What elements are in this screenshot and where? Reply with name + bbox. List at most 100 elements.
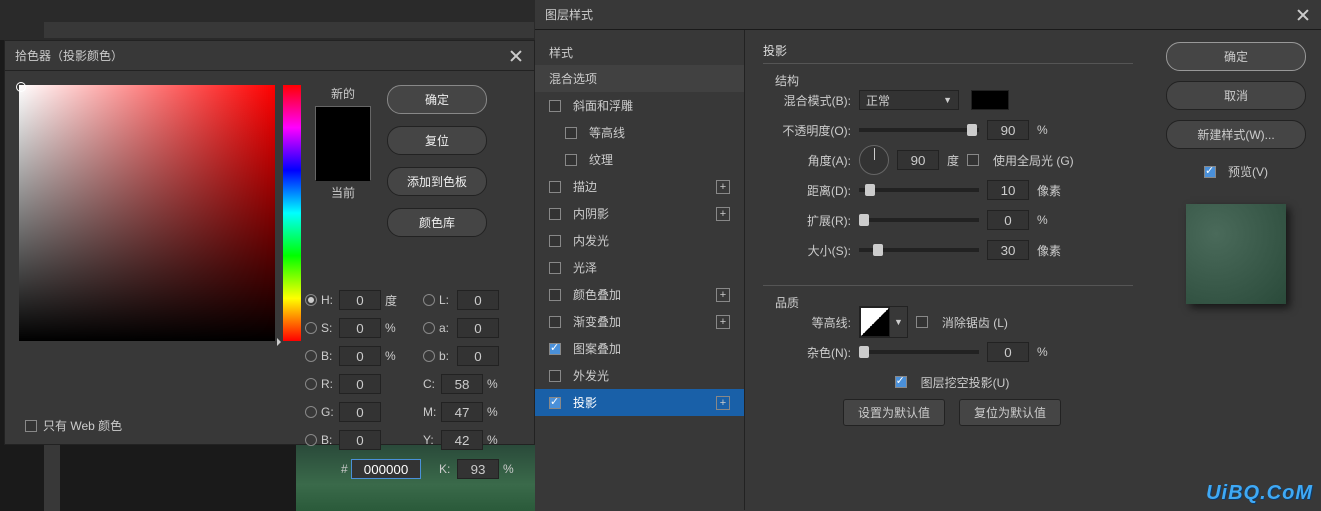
add-swatch-button[interactable]: 添加到色板: [387, 167, 487, 196]
style-outer-glow[interactable]: 外发光: [535, 362, 744, 389]
plus-icon[interactable]: +: [716, 288, 730, 302]
reset-button[interactable]: 复位: [387, 126, 487, 155]
layer-style-dialog: 图层样式 样式 混合选项 斜面和浮雕 等高线 纹理 描边+ 内阴影+ 内发光 光…: [535, 0, 1321, 511]
style-pattern-overlay[interactable]: 图案叠加: [535, 335, 744, 362]
contour-icon: [860, 307, 890, 337]
hex-prefix: #: [341, 462, 348, 476]
m-input[interactable]: [441, 402, 483, 422]
color-picker-titlebar[interactable]: 拾色器（投影颜色）: [5, 41, 534, 71]
angle-label: 角度(A):: [771, 152, 851, 169]
plus-icon[interactable]: +: [716, 315, 730, 329]
h-input[interactable]: [339, 290, 381, 310]
ok-button[interactable]: 确定: [387, 85, 487, 114]
hex-input[interactable]: [351, 459, 421, 479]
rgb-b-radio[interactable]: [305, 434, 317, 446]
anti-alias-checkbox[interactable]: [916, 316, 928, 328]
style-contour[interactable]: 等高线: [535, 119, 744, 146]
style-inner-shadow[interactable]: 内阴影+: [535, 200, 744, 227]
r-input[interactable]: [339, 374, 381, 394]
opacity-slider[interactable]: [859, 128, 979, 132]
g-radio[interactable]: [305, 406, 317, 418]
bevel-checkbox[interactable]: [549, 100, 561, 112]
pattern-overlay-checkbox[interactable]: [549, 343, 561, 355]
r-radio[interactable]: [305, 378, 317, 390]
distance-slider[interactable]: [859, 188, 979, 192]
texture-checkbox[interactable]: [565, 154, 577, 166]
lab-b-radio[interactable]: [423, 350, 435, 362]
knockout-checkbox[interactable]: [895, 376, 907, 388]
satin-checkbox[interactable]: [549, 262, 561, 274]
close-icon[interactable]: [1295, 7, 1311, 23]
reset-default-button[interactable]: 复位为默认值: [959, 399, 1061, 426]
c-input[interactable]: [441, 374, 483, 394]
style-gradient-overlay[interactable]: 渐变叠加+: [535, 308, 744, 335]
style-inner-glow[interactable]: 内发光: [535, 227, 744, 254]
style-stroke[interactable]: 描边+: [535, 173, 744, 200]
style-color-overlay[interactable]: 颜色叠加+: [535, 281, 744, 308]
spread-slider[interactable]: [859, 218, 979, 222]
angle-dial[interactable]: [859, 145, 889, 175]
preview-checkbox[interactable]: [1204, 166, 1216, 178]
l-radio[interactable]: [423, 294, 435, 306]
noise-slider[interactable]: [859, 350, 979, 354]
watermark-text: UiBQ.CoM: [1206, 482, 1313, 505]
s-radio[interactable]: [305, 322, 317, 334]
close-icon[interactable]: [508, 48, 524, 64]
outer-glow-checkbox[interactable]: [549, 370, 561, 382]
ok-button[interactable]: 确定: [1166, 42, 1306, 71]
cancel-button[interactable]: 取消: [1166, 81, 1306, 110]
rgb-b-input[interactable]: [339, 430, 381, 450]
a-input[interactable]: [457, 318, 499, 338]
web-only-checkbox[interactable]: [25, 420, 37, 432]
size-slider[interactable]: [859, 248, 979, 252]
color-field-cursor[interactable]: [16, 82, 26, 92]
size-input[interactable]: [987, 240, 1029, 260]
hue-slider[interactable]: [283, 85, 301, 341]
contour-picker[interactable]: ▼: [859, 306, 908, 338]
distance-input[interactable]: [987, 180, 1029, 200]
layer-style-titlebar[interactable]: 图层样式: [535, 0, 1321, 30]
blend-mode-select[interactable]: 正常▼: [859, 90, 959, 110]
h-radio[interactable]: [305, 294, 317, 306]
inner-glow-checkbox[interactable]: [549, 235, 561, 247]
contour-checkbox[interactable]: [565, 127, 577, 139]
lab-b-input[interactable]: [457, 346, 499, 366]
inner-shadow-checkbox[interactable]: [549, 208, 561, 220]
preview-thumbnail: [1186, 204, 1286, 304]
gradient-overlay-checkbox[interactable]: [549, 316, 561, 328]
style-satin[interactable]: 光泽: [535, 254, 744, 281]
a-radio[interactable]: [423, 322, 435, 334]
color-overlay-checkbox[interactable]: [549, 289, 561, 301]
make-default-button[interactable]: 设置为默认值: [843, 399, 945, 426]
s-input[interactable]: [339, 318, 381, 338]
style-bevel-emboss[interactable]: 斜面和浮雕: [535, 92, 744, 119]
style-blending-options[interactable]: 混合选项: [535, 65, 744, 92]
b-radio[interactable]: [305, 350, 317, 362]
k-input[interactable]: [457, 459, 499, 479]
plus-icon[interactable]: +: [716, 180, 730, 194]
g-input[interactable]: [339, 402, 381, 422]
shadow-color-swatch[interactable]: [971, 90, 1009, 110]
l-input[interactable]: [457, 290, 499, 310]
plus-icon[interactable]: +: [716, 396, 730, 410]
layer-style-title: 图层样式: [545, 6, 593, 23]
spread-label: 扩展(R):: [771, 212, 851, 229]
drop-shadow-checkbox[interactable]: [549, 397, 561, 409]
panel-title: 投影: [763, 42, 1133, 59]
color-field[interactable]: [19, 85, 275, 341]
y-input[interactable]: [441, 430, 483, 450]
opacity-input[interactable]: [987, 120, 1029, 140]
stroke-checkbox[interactable]: [549, 181, 561, 193]
hsb-b-input[interactable]: [339, 346, 381, 366]
style-drop-shadow[interactable]: 投影+: [535, 389, 744, 416]
angle-input[interactable]: [897, 150, 939, 170]
new-style-button[interactable]: 新建样式(W)...: [1166, 120, 1306, 149]
noise-input[interactable]: [987, 342, 1029, 362]
global-light-checkbox[interactable]: [967, 154, 979, 166]
spread-input[interactable]: [987, 210, 1029, 230]
color-library-button[interactable]: 颜色库: [387, 208, 487, 237]
style-texture[interactable]: 纹理: [535, 146, 744, 173]
hue-slider-thumb[interactable]: [279, 338, 305, 344]
color-swatch[interactable]: [315, 106, 371, 180]
plus-icon[interactable]: +: [716, 207, 730, 221]
